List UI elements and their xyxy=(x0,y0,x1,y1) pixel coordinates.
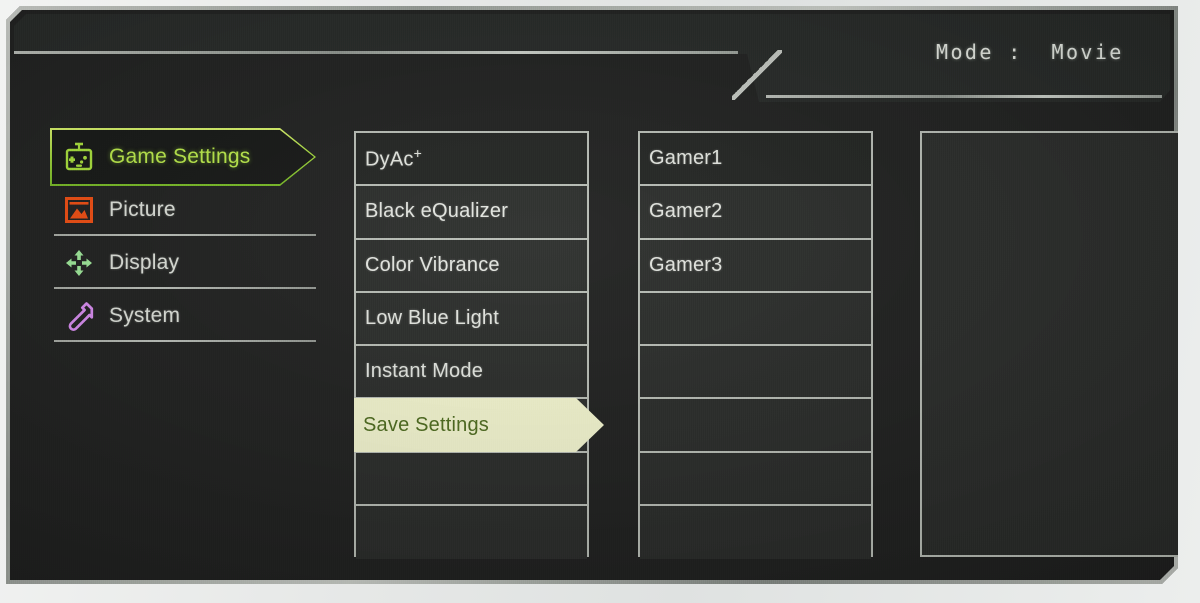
mode-indicator: Mode : Movie xyxy=(936,40,1124,64)
options-column-save-slots: Gamer1 Gamer2 Gamer3 xyxy=(638,131,873,557)
sidebar-item-label: System xyxy=(109,303,181,327)
option-label: Instant Mode xyxy=(365,360,484,383)
sidebar-item-label: Picture xyxy=(109,197,176,221)
slot-row-empty xyxy=(640,346,871,399)
slot-row-gamer2[interactable]: Gamer2 xyxy=(640,186,871,239)
option-row-save-settings[interactable]: Save Settings xyxy=(354,398,604,452)
option-label: DyAc+ xyxy=(365,145,422,171)
sidebar-item-label: Display xyxy=(109,250,180,274)
option-label: Low Blue Light xyxy=(365,306,500,329)
display-arrows-icon xyxy=(62,246,96,280)
header-divider-right xyxy=(766,95,1162,98)
slot-label: Gamer2 xyxy=(649,200,723,223)
option-label: Save Settings xyxy=(363,413,490,436)
slot-row-gamer3[interactable]: Gamer3 xyxy=(640,240,871,293)
option-row-black-equalizer[interactable]: Black eQualizer xyxy=(356,186,587,239)
option-label: Black eQualizer xyxy=(365,200,509,223)
sidebar-divider xyxy=(54,340,316,342)
slot-label: Gamer1 xyxy=(649,147,723,170)
option-row-low-blue-light[interactable]: Low Blue Light xyxy=(356,293,587,346)
slot-row-empty xyxy=(640,453,871,506)
sidebar-item-display[interactable]: Display xyxy=(52,236,314,289)
slot-row-empty xyxy=(640,506,871,559)
osd-inner-surface: Mode : Movie Game Settings Picture Displ… xyxy=(6,6,1178,584)
option-label: Color Vibrance xyxy=(365,253,500,276)
options-column-game-settings: DyAc+ Black eQualizer Color Vibrance Low… xyxy=(354,131,589,557)
sidebar-item-system[interactable]: System xyxy=(52,289,314,342)
dyac-plus-superscript: + xyxy=(413,145,422,162)
osd-panel: Mode : Movie Game Settings Picture Displ… xyxy=(6,6,1178,584)
sidebar: Picture Display System xyxy=(52,130,314,342)
option-row-dyac[interactable]: DyAc+ xyxy=(356,133,587,186)
option-row-color-vibrance[interactable]: Color Vibrance xyxy=(356,240,587,293)
option-row-instant-mode[interactable]: Instant Mode xyxy=(356,346,587,399)
option-row-empty xyxy=(356,453,587,506)
sidebar-item-picture[interactable]: Picture xyxy=(52,183,314,236)
slot-label: Gamer3 xyxy=(649,253,723,276)
header-divider-left xyxy=(14,51,738,54)
slot-row-empty xyxy=(640,399,871,452)
header-divider-diagonal xyxy=(732,50,782,100)
detail-panel-content xyxy=(922,133,1180,555)
wrench-icon xyxy=(62,299,96,333)
picture-icon xyxy=(62,193,96,227)
slot-row-gamer1[interactable]: Gamer1 xyxy=(640,133,871,186)
option-row-empty xyxy=(356,506,587,559)
slot-row-empty xyxy=(640,293,871,346)
detail-panel xyxy=(920,131,1182,557)
